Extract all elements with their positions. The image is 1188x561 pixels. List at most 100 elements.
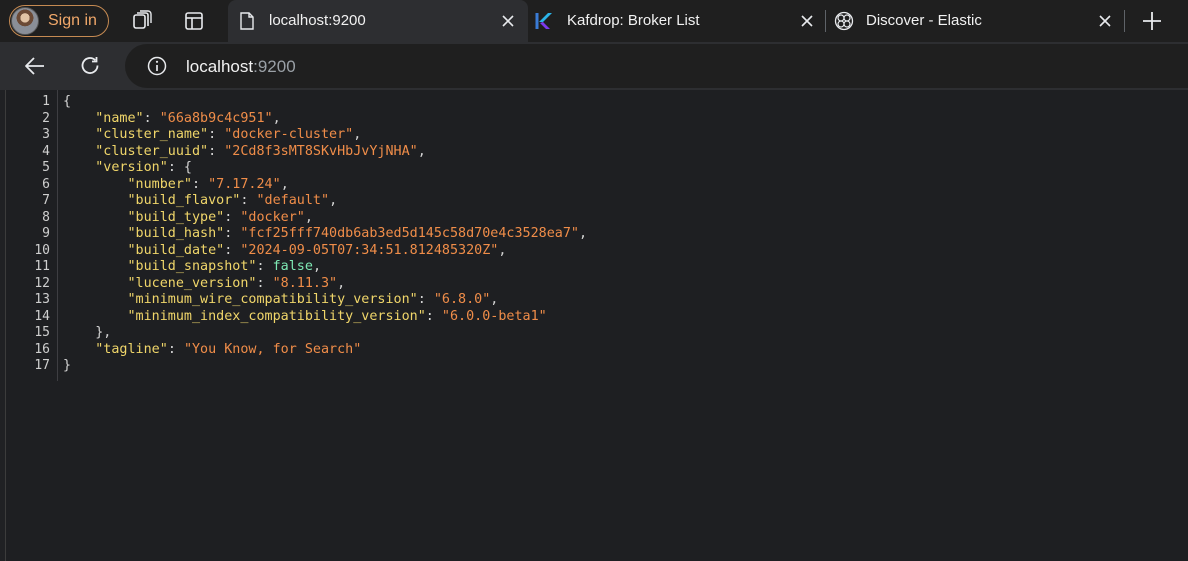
json-key: "version" [95, 160, 168, 175]
json-key: "minimum_index_compatibility_version" [127, 308, 426, 324]
json-key: "build_flavor" [127, 193, 241, 208]
line-number-gutter: 1 2 3 4 5 6 7 8 9 10 11 12 13 14 15 16 17 [6, 94, 56, 375]
tab-kafdrop[interactable]: Kafdrop: Broker List [528, 0, 825, 42]
line-number: 4 [42, 143, 50, 159]
json-code: { "name": "66a8b9c4c951", "cluster_name"… [63, 94, 587, 375]
code-line: "build_snapshot": false, [63, 259, 587, 276]
elastic-globe-icon [834, 11, 854, 31]
close-icon[interactable] [500, 13, 516, 29]
tab-strip: Sign in localhost:9200 Kafdrop: Broker L… [0, 0, 1188, 42]
code-line: "build_flavor": "default", [63, 193, 587, 210]
json-punctuation: : [224, 226, 241, 241]
code-line: "minimum_index_compatibility_version": "… [63, 309, 587, 326]
json-string: "You Know, for Search" [183, 341, 362, 357]
gutter-divider [57, 90, 58, 381]
code-line: "number": "7.17.24", [63, 177, 587, 194]
tab-elastic[interactable]: Discover - Elastic [826, 0, 1122, 42]
json-punctuation: : [208, 143, 225, 159]
line-number: 16 [34, 341, 50, 357]
line-number: 2 [42, 110, 50, 126]
url-text[interactable]: localhost:9200 [186, 57, 296, 77]
json-string: "7.17.24" [208, 176, 281, 192]
line-number: 17 [34, 358, 50, 373]
json-string: "6.0.0-beta1" [441, 308, 547, 324]
json-string: "8.11.3" [272, 275, 338, 291]
json-punctuation [63, 292, 128, 307]
json-string: "default" [256, 193, 330, 208]
json-punctuation: } [63, 358, 72, 373]
json-string: "6.8.0" [433, 292, 491, 307]
json-key: "build_hash" [127, 226, 225, 241]
json-punctuation: : { [167, 160, 192, 175]
json-punctuation: , [353, 127, 362, 142]
json-string: "66a8b9c4c951" [159, 110, 273, 126]
back-icon[interactable] [23, 54, 47, 78]
sign-in-label: Sign in [48, 12, 97, 29]
site-info-icon[interactable] [147, 56, 167, 76]
json-punctuation [63, 342, 95, 357]
json-punctuation: : [143, 110, 160, 126]
code-line: "version": { [63, 160, 587, 177]
json-punctuation: { [63, 94, 72, 109]
json-punctuation [63, 259, 128, 274]
kafdrop-logo-icon [535, 13, 552, 29]
json-string: "2024-09-05T07:34:51.812485320Z" [240, 242, 499, 258]
line-number: 10 [34, 242, 50, 258]
json-key: "number" [127, 176, 193, 192]
json-punctuation [63, 144, 95, 159]
json-punctuation: , [329, 193, 338, 208]
json-key: "build_type" [127, 209, 225, 225]
json-string: "2Cd8f3sMT8SKvHbJvYjNHA" [224, 143, 418, 159]
json-punctuation: : [192, 176, 209, 192]
json-punctuation [63, 243, 128, 258]
code-line: "cluster_name": "docker-cluster", [63, 127, 587, 144]
json-boolean: false [272, 259, 313, 274]
code-line: }, [63, 325, 587, 342]
json-key: "build_date" [127, 242, 225, 258]
tab-title: localhost:9200 [269, 12, 366, 29]
json-punctuation: : [240, 193, 257, 208]
json-punctuation: : [256, 275, 273, 291]
close-icon[interactable] [1097, 13, 1113, 29]
workspaces-icon[interactable] [129, 9, 153, 33]
json-viewer: 1 2 3 4 5 6 7 8 9 10 11 12 13 14 15 16 17 { "name": "66a… [5, 90, 1188, 561]
json-punctuation [63, 127, 95, 142]
url-host: localhost [186, 57, 254, 76]
json-punctuation: : [256, 259, 273, 274]
line-number: 11 [34, 259, 50, 274]
line-number: 9 [42, 226, 50, 241]
line-number: 8 [42, 209, 50, 225]
code-line: { [63, 94, 587, 111]
tab-localhost[interactable]: localhost:9200 [228, 0, 528, 42]
code-line: "build_date": "2024-09-05T07:34:51.81248… [63, 243, 587, 260]
json-punctuation [63, 210, 128, 225]
tab-actions-icon[interactable] [182, 9, 206, 33]
code-line: "tagline": "You Know, for Search" [63, 342, 587, 359]
json-punctuation: , [280, 176, 289, 192]
code-line: "lucene_version": "8.11.3", [63, 276, 587, 293]
json-key: "cluster_uuid" [95, 143, 209, 159]
json-punctuation [63, 177, 128, 192]
code-line: "name": "66a8b9c4c951", [63, 111, 587, 128]
json-punctuation: : [417, 292, 434, 307]
code-line: "build_hash": "fcf25fff740db6ab3ed5d145c… [63, 226, 588, 243]
address-bar[interactable]: localhost:9200 [125, 44, 1188, 88]
json-punctuation [63, 193, 128, 208]
sign-in-button[interactable]: Sign in [9, 5, 109, 37]
code-line: "cluster_uuid": "2Cd8f3sMT8SKvHbJvYjNHA"… [63, 144, 587, 161]
json-key: "build_snapshot" [127, 259, 257, 274]
json-string: "docker-cluster" [224, 127, 354, 142]
json-string: "docker" [240, 209, 305, 225]
json-key: "lucene_version" [127, 275, 257, 291]
new-tab-icon[interactable] [1140, 9, 1164, 33]
json-punctuation: , [312, 259, 321, 274]
json-punctuation: : [224, 242, 241, 258]
code-line: } [63, 358, 587, 375]
tab-title: Discover - Elastic [866, 12, 982, 29]
close-icon[interactable] [799, 13, 815, 29]
line-number: 3 [42, 127, 50, 142]
json-punctuation [63, 160, 95, 175]
tab-separator [1124, 10, 1125, 32]
url-port: :9200 [253, 57, 296, 76]
refresh-icon[interactable] [78, 54, 102, 78]
